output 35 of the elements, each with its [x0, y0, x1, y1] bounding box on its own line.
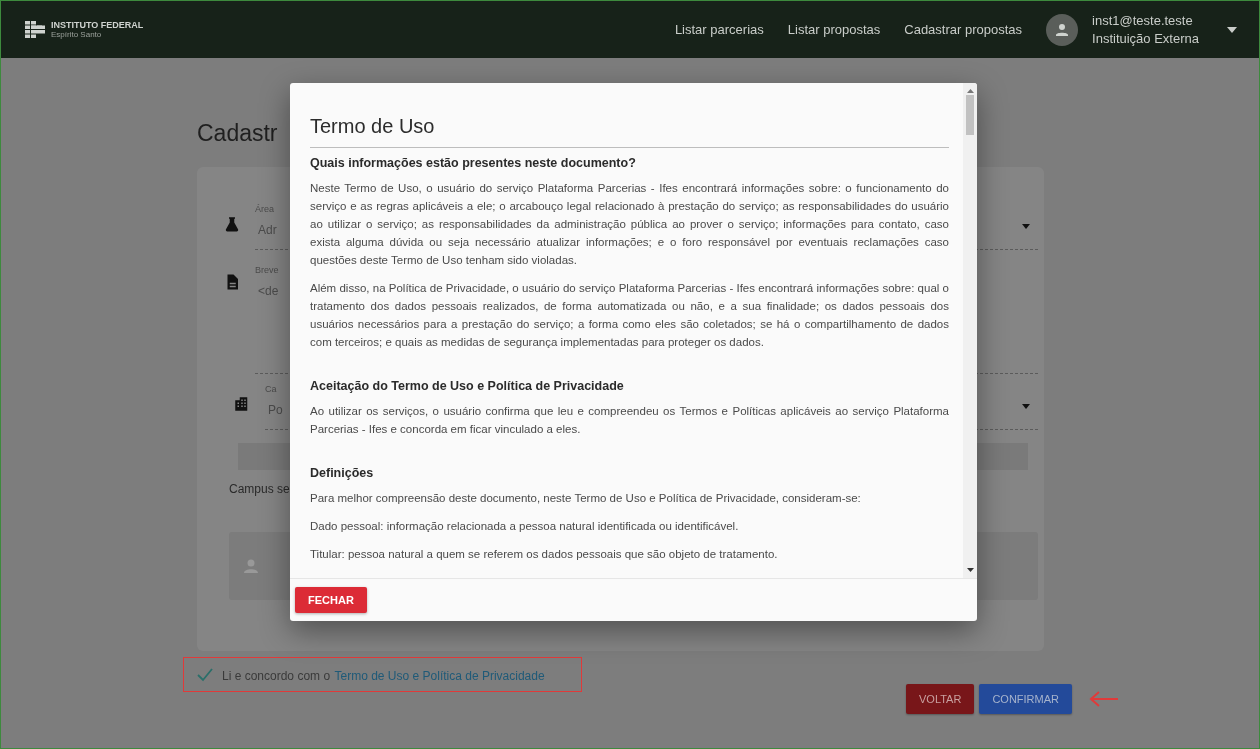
dropdown-caret-icon[interactable]	[1022, 403, 1030, 409]
section-heading: Definições	[310, 466, 375, 480]
scroll-up-icon[interactable]	[966, 89, 974, 93]
dropdown-caret-icon[interactable]	[1227, 26, 1237, 33]
section-heading: Quais informações estão presentes neste documento?	[310, 156, 637, 170]
user-email: inst1@teste.teste	[1092, 13, 1194, 28]
paragraph: Titular: pessoa natural a quem se referem os dados pessoais que são objeto de tratamento.	[310, 547, 779, 562]
scrollbar[interactable]	[963, 83, 977, 578]
nav-link[interactable]: Cadastrar propostas	[904, 22, 1023, 37]
paragraph: Além disso, na Política de Privacidade, o usuário do serviço Plataforma Parcerias - Ifes encontrará informações sobre: qual o tratamento dos dados pessoais realizados, de forma automatizada ou não, e a sua finalidade; os dados pessoais dos usuários necessários para a prestação do serviço; a forma como eles são coletados; se há o compartilhamento de dados com terceiros; e quais as medidas de segurança implementadas para proteger os dados.	[310, 281, 949, 350]
close-button[interactable]: FECHAR	[295, 587, 367, 613]
arrow-icon	[1089, 691, 1119, 707]
confirm-button[interactable]: CONFIRMAR	[979, 684, 1072, 714]
flask-icon	[223, 215, 241, 233]
campus-label: Campus se	[229, 482, 291, 496]
agreement-text: Li e concordo com o	[222, 668, 331, 683]
paragraph: Para melhor compreensão deste documento, neste Termo de Uso e Política de Privacidade, consideram-se:	[310, 491, 862, 506]
person-icon	[243, 558, 259, 574]
avatar-icon[interactable]	[1046, 13, 1079, 46]
section-heading: Aceitação do Termo de Uso e Política de Privacidade	[310, 379, 625, 393]
nav-link[interactable]: Listar propostas	[787, 22, 881, 37]
dialog-title: Termo de Uso	[310, 115, 949, 148]
nav-link[interactable]: Listar parcerias	[674, 22, 764, 37]
user-role: Instituição Externa	[1092, 31, 1199, 46]
page-title: Cadastr	[197, 120, 278, 147]
logo-name: INSTITUTO FEDERAL	[51, 20, 144, 30]
paragraph: Dado pessoal: informação relacionada a pessoa natural identificada ou identificável.	[310, 519, 740, 534]
paragraph: Neste Termo de Uso, o usuário do serviço Plataforma Parcerias - Ifes encontrará informações sobre: o funcionamento do serviço e as regras aplicáveis a ele; o arcabouço legal relacionado à prestação do serviço; as responsabilidades do usuário ao utilizar o serviço; as responsabilidades da administração pública ao prover o serviço; informações para contato, caso exista alguma dúvida ou seja necessário atualizar informações; e o foro responsável por eventuais reclamações caso questões deste Termo de Uso tenham sido violadas.	[310, 181, 949, 268]
back-button[interactable]: VOLTAR	[906, 684, 975, 714]
logo-subtitle: Espírito Santo	[51, 30, 103, 39]
logo-icon	[25, 21, 47, 38]
dropdown-caret-icon[interactable]	[1022, 224, 1030, 229]
scroll-down-icon[interactable]	[966, 568, 974, 572]
scroll-thumb[interactable]	[966, 95, 974, 135]
paragraph: Ao utilizar os serviços, o usuário confirma que leu e compreendeu os Termos e Políticas aplicáveis ao serviço Plataforma Parcerias - Ifes e concorda em ficar vinculado a eles.	[310, 404, 949, 437]
